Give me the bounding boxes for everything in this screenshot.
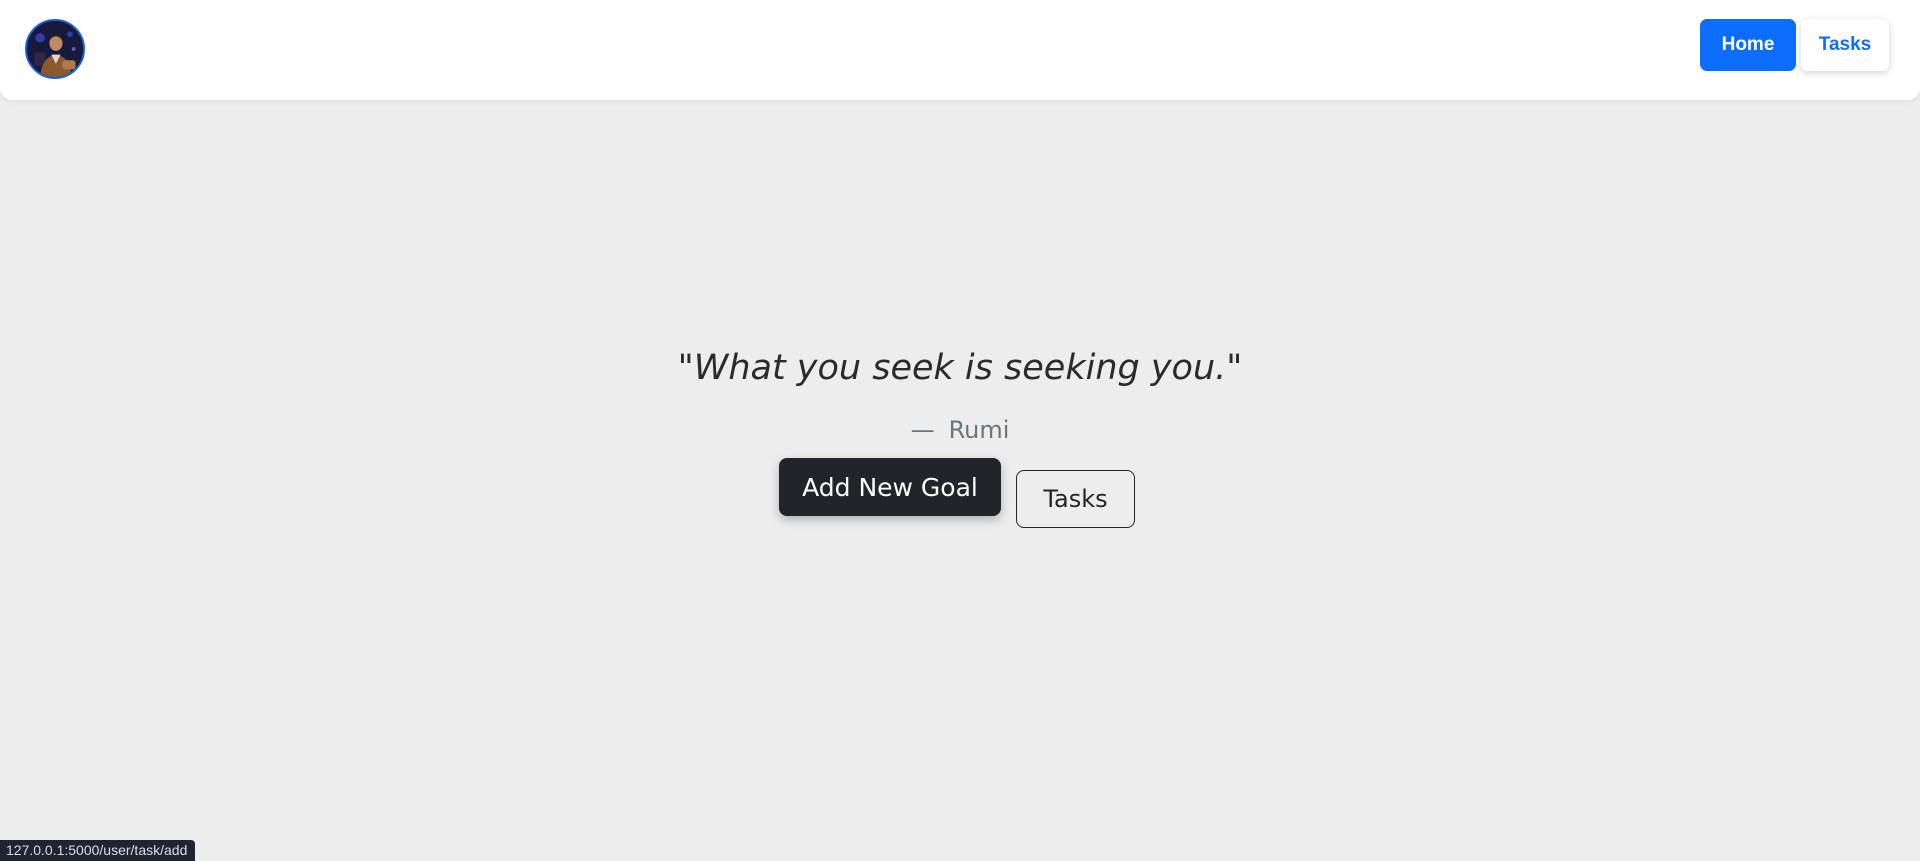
quote-text: "What you seek is seeking you." bbox=[0, 348, 1920, 388]
hero-section: "What you seek is seeking you." — Rumi Ad… bbox=[0, 0, 1920, 861]
link-status-bar: 127.0.0.1:5000/user/task/add bbox=[0, 840, 196, 861]
author-name: Rumi bbox=[948, 416, 1010, 444]
add-new-goal-button[interactable]: Add New Goal bbox=[779, 458, 1001, 516]
quote-close-mark: " bbox=[1226, 348, 1243, 388]
quote-open-mark: " bbox=[677, 348, 694, 388]
author-dash: — bbox=[910, 416, 935, 444]
quote-author: — Rumi bbox=[0, 416, 1920, 444]
quote-body: What you seek is seeking you. bbox=[693, 348, 1227, 388]
tasks-button[interactable]: Tasks bbox=[1016, 470, 1135, 528]
